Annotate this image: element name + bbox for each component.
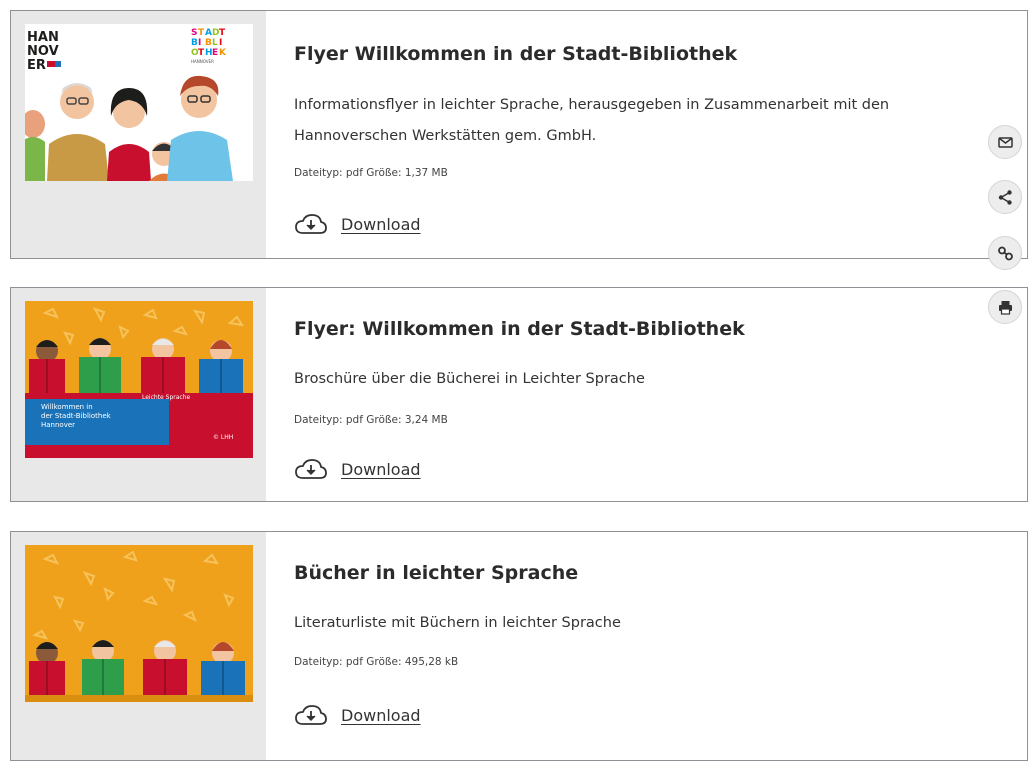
download-card: Leichte Sprache Willkommen in der Stadt-… bbox=[10, 287, 1028, 502]
share-icon bbox=[997, 189, 1014, 206]
link-icon bbox=[997, 245, 1014, 262]
file-meta: Dateityp: pdf Größe: 1,37 MB bbox=[294, 167, 448, 179]
svg-text:E: E bbox=[212, 48, 218, 58]
booklist-cover-image bbox=[25, 545, 253, 702]
svg-text:B: B bbox=[205, 38, 212, 48]
svg-text:L: L bbox=[212, 38, 218, 48]
download-label[interactable]: Download bbox=[341, 706, 421, 725]
svg-text:I: I bbox=[219, 38, 222, 48]
file-meta: Dateityp: pdf Größe: 495,28 kB bbox=[294, 656, 459, 668]
download-link[interactable]: Download bbox=[294, 704, 421, 726]
cloud-download-icon bbox=[294, 704, 328, 726]
svg-text:K: K bbox=[219, 48, 227, 58]
flyer-cover-image: HAN NOV ER STADT BIBLI OTHEK HANNOVER bbox=[25, 24, 253, 181]
thumbnail-column bbox=[11, 532, 266, 760]
thumbnail-column: HAN NOV ER STADT BIBLI OTHEK HANNOVER bbox=[11, 11, 266, 258]
svg-text:ER: ER bbox=[27, 58, 46, 73]
flyer-thumbnail[interactable]: HAN NOV ER STADT BIBLI OTHEK HANNOVER bbox=[25, 24, 253, 181]
card-description: Informationsflyer in leichter Sprache, h… bbox=[294, 97, 890, 144]
svg-text:T: T bbox=[198, 28, 205, 38]
banner-tag: Leichte Sprache bbox=[142, 394, 191, 401]
brochure-cover-image: Leichte Sprache Willkommen in der Stadt-… bbox=[25, 301, 253, 458]
booklist-thumbnail[interactable] bbox=[25, 545, 253, 702]
svg-text:NOV: NOV bbox=[27, 44, 59, 59]
cloud-download-icon bbox=[294, 213, 328, 235]
card-title: Bücher in leichter Sprache bbox=[294, 562, 579, 584]
print-button[interactable] bbox=[988, 290, 1022, 324]
email-share-button[interactable] bbox=[988, 125, 1022, 159]
print-icon bbox=[997, 299, 1014, 316]
svg-text:HAN: HAN bbox=[27, 30, 59, 45]
card-title: Flyer: Willkommen in der Stadt-Bibliothe… bbox=[294, 318, 745, 340]
cloud-download-icon bbox=[294, 458, 328, 480]
svg-text:B: B bbox=[191, 38, 198, 48]
file-meta: Dateityp: pdf Größe: 3,24 MB bbox=[294, 414, 448, 426]
thumbnail-column: Leichte Sprache Willkommen in der Stadt-… bbox=[11, 288, 266, 501]
card-description: Literaturliste mit Büchern in leichter S… bbox=[294, 615, 621, 631]
copy-link-button[interactable] bbox=[988, 236, 1022, 270]
download-label[interactable]: Download bbox=[341, 460, 421, 479]
svg-text:A: A bbox=[205, 28, 212, 38]
svg-text:Hannover: Hannover bbox=[41, 421, 75, 429]
svg-text:S: S bbox=[191, 28, 197, 38]
svg-text:Willkommen in: Willkommen in bbox=[41, 403, 93, 411]
download-link[interactable]: Download bbox=[294, 458, 421, 480]
copyright-text: © LHH bbox=[213, 434, 233, 441]
download-card: Bücher in leichter Sprache Literaturlist… bbox=[10, 531, 1028, 761]
svg-text:T: T bbox=[219, 28, 226, 38]
download-label[interactable]: Download bbox=[341, 215, 421, 234]
card-description: Broschüre über die Bücherei in Leichter … bbox=[294, 371, 645, 387]
svg-text:der Stadt-Bibliothek: der Stadt-Bibliothek bbox=[41, 412, 112, 420]
svg-text:HANNOVER: HANNOVER bbox=[191, 59, 214, 64]
share-button[interactable] bbox=[988, 180, 1022, 214]
download-card: HAN NOV ER STADT BIBLI OTHEK HANNOVER Fl… bbox=[10, 10, 1028, 259]
brochure-thumbnail[interactable]: Leichte Sprache Willkommen in der Stadt-… bbox=[25, 301, 253, 458]
svg-text:T: T bbox=[198, 48, 205, 58]
mail-icon bbox=[997, 134, 1014, 151]
card-title: Flyer Willkommen in der Stadt-Bibliothek bbox=[294, 43, 738, 65]
svg-text:I: I bbox=[198, 38, 201, 48]
download-link[interactable]: Download bbox=[294, 213, 421, 235]
